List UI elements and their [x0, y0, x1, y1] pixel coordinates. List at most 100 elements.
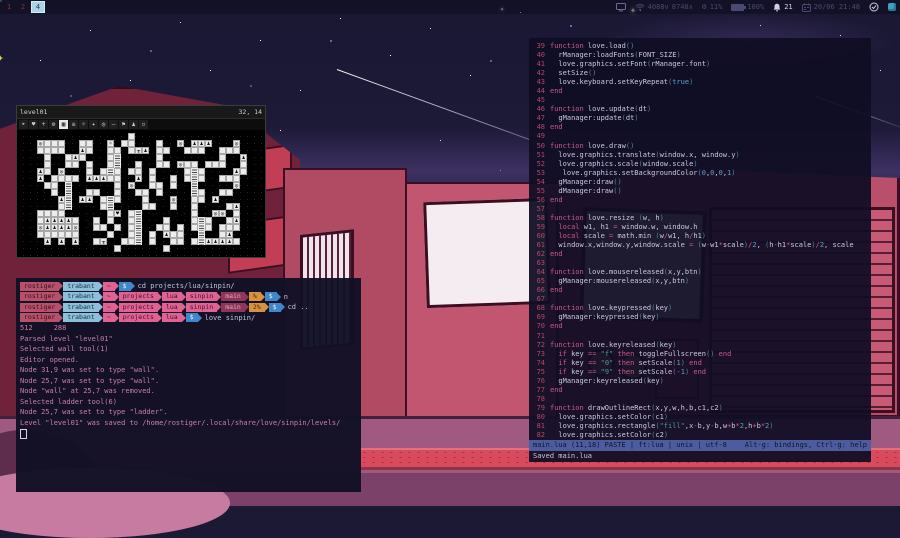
- tool-ladder[interactable]: ▦: [59, 120, 68, 129]
- prompt-segment-dir: ~: [103, 292, 115, 301]
- level-cell: [219, 168, 226, 175]
- code-line: 82 love.graphics.setColor(c2): [533, 431, 871, 440]
- level-cell: [30, 203, 37, 210]
- level-grid[interactable]: ◎☼◎♟♟♟◎♟╥♟♟♟◎♟◎♟♟♟♟♟♟◎◎♟♟♟◎♟♟♥◎◎♟♟♟♟♟◎♟♟…: [30, 133, 247, 252]
- tool-sun[interactable]: ☼: [79, 120, 88, 129]
- code-line: 56end: [533, 196, 871, 205]
- game-toolbar: ➤♥+⚙▦≡☼✦◎—⚑♟▫: [17, 119, 265, 130]
- level-cell: [198, 245, 205, 252]
- line-number: 69: [533, 313, 545, 322]
- level-cell: [135, 182, 142, 189]
- level-cell: [212, 224, 219, 231]
- level-cell: ♟: [58, 196, 65, 203]
- level-cell: [240, 210, 247, 217]
- level-cell: [163, 238, 170, 245]
- level-cell: [142, 231, 149, 238]
- level-cell: [51, 231, 58, 238]
- level-cell: ☼: [107, 140, 114, 147]
- level-cell: [149, 140, 156, 147]
- tool-bridge[interactable]: ≡: [69, 120, 78, 129]
- level-cell: [219, 133, 226, 140]
- level-cell: [240, 245, 247, 252]
- prompt-segment-dir: ~: [103, 303, 115, 312]
- tray-check[interactable]: [869, 2, 879, 12]
- tool-cursor[interactable]: ➤: [19, 120, 28, 129]
- level-cell: [163, 154, 170, 161]
- level-cell: [86, 140, 93, 147]
- tool-star[interactable]: ✦: [89, 120, 98, 129]
- level-cell: [240, 133, 247, 140]
- level-cell: [170, 154, 177, 161]
- code-line: 77end: [533, 386, 871, 395]
- level-cell: [100, 182, 107, 189]
- level-cell: [114, 154, 121, 161]
- workspace-4[interactable]: 4: [31, 1, 45, 13]
- level-cell: [44, 210, 51, 217]
- level-cell: [37, 182, 44, 189]
- notifications-indicator[interactable]: 21: [773, 3, 792, 12]
- level-cell: [121, 245, 128, 252]
- level-cell: [93, 140, 100, 147]
- level-cell: [170, 175, 177, 182]
- level-cell: ♟: [205, 238, 212, 245]
- clock-indicator[interactable]: 20/06 21:48: [802, 3, 860, 12]
- level-cell: [65, 210, 72, 217]
- tool-block[interactable]: ▫: [139, 120, 148, 129]
- line-number: 57: [533, 205, 545, 214]
- level-cell: [65, 182, 72, 189]
- editor-window[interactable]: 39function love.load()40 rManager:loadFo…: [529, 38, 871, 462]
- level-cell: ♟: [79, 147, 86, 154]
- level-cell: [58, 203, 65, 210]
- level-cell: [30, 182, 37, 189]
- line-number: 74: [533, 359, 545, 368]
- workspace-2[interactable]: 2: [17, 2, 29, 13]
- tool-heart[interactable]: ♥: [29, 120, 38, 129]
- tool-cross[interactable]: +: [39, 120, 48, 129]
- line-number: 64: [533, 268, 545, 277]
- level-cell: [93, 238, 100, 245]
- code-line: 53 love.graphics.setBackgroundColor(0,0,…: [533, 169, 871, 178]
- workspace-1[interactable]: 1: [3, 2, 15, 13]
- tool-flag[interactable]: ⚑: [119, 120, 128, 129]
- level-cell: [86, 133, 93, 140]
- level-cell: [100, 147, 107, 154]
- level-cell: [135, 140, 142, 147]
- tool-gear[interactable]: ⚙: [49, 120, 58, 129]
- editor-code[interactable]: 39function love.load()40 rManager:loadFo…: [529, 38, 871, 440]
- level-cell: [79, 245, 86, 252]
- level-canvas[interactable]: ◎☼◎♟♟♟◎♟╥♟♟♟◎♟◎♟♟♟♟♟♟◎◎♟♟♟◎♟♟♥◎◎♟♟♟♟♟◎♟♟…: [17, 130, 265, 256]
- level-cell: [184, 140, 191, 147]
- code-text: window.x,window.y,window.scale = (w-w1*s…: [550, 241, 854, 249]
- level-cell: [212, 154, 219, 161]
- level-cell: [128, 140, 135, 147]
- tool-ring[interactable]: ◎: [99, 120, 108, 129]
- level-cell: [212, 168, 219, 175]
- level-cell: [72, 203, 79, 210]
- tool-eraser[interactable]: —: [109, 120, 118, 129]
- level-cell: [163, 140, 170, 147]
- level-cell: [86, 203, 93, 210]
- level-cell: [58, 133, 65, 140]
- level-cell: [142, 140, 149, 147]
- wifi-icon: [635, 3, 645, 11]
- level-cell: [114, 245, 121, 252]
- prompt-segment-host: trabant: [63, 282, 98, 291]
- code-text: gManager:mousereleased(x,y,btn): [550, 277, 689, 285]
- tray-app[interactable]: [888, 3, 896, 11]
- level-cell: [149, 182, 156, 189]
- level-cell: [135, 203, 142, 210]
- code-line: 71: [533, 332, 871, 341]
- line-number: 54: [533, 178, 545, 187]
- level-cell: [72, 245, 79, 252]
- terminal-window[interactable]: rostigertrabant~$cd projects/lua/sinpin/…: [16, 278, 361, 492]
- level-cell: [142, 161, 149, 168]
- level-cell: ♟: [44, 238, 51, 245]
- line-number: 47: [533, 114, 545, 123]
- level-cell: [233, 175, 240, 182]
- level-cell: [226, 154, 233, 161]
- prompt-segment-dir: ~: [103, 313, 115, 322]
- level-cell: ♥: [114, 210, 121, 217]
- tool-pawn[interactable]: ♟: [129, 120, 138, 129]
- level-cell: [170, 189, 177, 196]
- level-cell: [79, 189, 86, 196]
